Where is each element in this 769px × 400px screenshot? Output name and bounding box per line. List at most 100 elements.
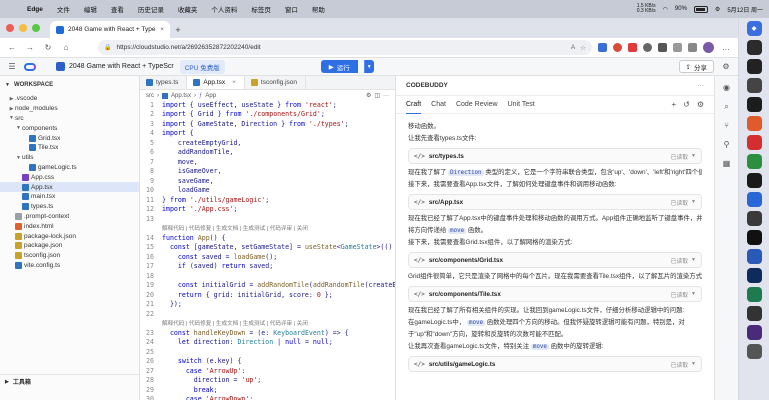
extension-blue-icon[interactable] bbox=[598, 43, 607, 52]
breadcrumb-file[interactable]: App.tsx bbox=[171, 93, 191, 99]
extension-red-icon[interactable] bbox=[613, 43, 622, 52]
app-icon-2[interactable] bbox=[746, 59, 762, 74]
editor-tab-types[interactable]: types.ts bbox=[140, 76, 188, 89]
address-bar[interactable]: 🔒 https://cloudstudio.net/a/269263528722… bbox=[98, 40, 592, 55]
tab-close-icon[interactable]: × bbox=[160, 26, 164, 33]
more-actions-icon[interactable]: ··· bbox=[383, 93, 389, 99]
more-menu-icon[interactable]: … bbox=[720, 43, 732, 52]
history-icon[interactable]: ↺ bbox=[683, 100, 690, 109]
project-selector[interactable]: 2048 Game with React + TypeScr bbox=[56, 62, 174, 71]
collections-icon[interactable] bbox=[688, 43, 697, 52]
split-screen-icon[interactable] bbox=[673, 43, 682, 52]
app-icon-16[interactable] bbox=[746, 325, 762, 340]
battery-icon[interactable] bbox=[693, 5, 708, 13]
plan-badge[interactable]: CPU 免费版 bbox=[179, 59, 225, 74]
source-control-icon[interactable]: ⑂ bbox=[721, 120, 732, 131]
minimize-window-icon[interactable] bbox=[19, 24, 27, 32]
tab-chat[interactable]: Chat bbox=[431, 96, 446, 114]
menu-help[interactable]: 帮助 bbox=[305, 4, 332, 14]
file-read-card[interactable]: </> src/components/Tile.tsx 已读取 ▼ bbox=[408, 286, 702, 302]
edge-copilot-icon[interactable]: ◆ bbox=[746, 21, 762, 36]
menu-window[interactable]: 窗口 bbox=[278, 4, 305, 14]
breadcrumb-symbol[interactable]: App bbox=[205, 93, 216, 99]
address-url[interactable]: https://cloudstudio.net/a/26926352872202… bbox=[116, 44, 565, 51]
editor-tab-tsconfig[interactable]: tsconfig.json bbox=[245, 76, 307, 89]
app-icon-10[interactable] bbox=[746, 211, 762, 226]
chevron-down-icon[interactable]: ▼ bbox=[691, 199, 696, 205]
file-read-card[interactable]: </> src/App.tsx 已读取 ▼ bbox=[408, 194, 702, 210]
settings-icon[interactable]: ⚙ bbox=[697, 100, 704, 109]
toolbox-header[interactable]: ▶ 工具箱 bbox=[0, 374, 140, 388]
file-tree-item[interactable]: App.tsx bbox=[0, 182, 139, 192]
chevron-down-icon[interactable]: ▼ bbox=[691, 291, 696, 297]
file-read-card[interactable]: </> src/utils/gameLogic.ts 已读取 ▼ bbox=[408, 356, 702, 372]
lock-icon[interactable]: 🔒 bbox=[104, 44, 111, 51]
app-icon-8[interactable] bbox=[746, 173, 762, 188]
wifi-icon[interactable]: ◠ bbox=[663, 6, 668, 13]
share-button[interactable]: ⇪ 分享 bbox=[678, 60, 714, 73]
app-icon-4[interactable] bbox=[746, 97, 762, 112]
codelens-actions[interactable]: 解释代码 | 代码修复 | 生成文档 | 生成测试 | 代码评审 | 关闭 bbox=[140, 224, 395, 234]
hamburger-menu-icon[interactable]: ☰ bbox=[6, 62, 18, 71]
app-icon-17[interactable] bbox=[746, 344, 762, 359]
app-icon-3[interactable] bbox=[746, 78, 762, 93]
app-icon-6[interactable] bbox=[746, 135, 762, 150]
extension-gray-icon[interactable] bbox=[643, 43, 652, 52]
app-icon-9[interactable] bbox=[746, 192, 762, 207]
codebuddy-icon[interactable]: ◉ bbox=[721, 82, 732, 93]
menu-file[interactable]: 文件 bbox=[50, 4, 77, 14]
search-icon[interactable]: ⌕ bbox=[721, 101, 732, 112]
profile-avatar[interactable] bbox=[703, 42, 714, 53]
run-button[interactable]: ▶ 运行 bbox=[320, 60, 358, 73]
reader-mode-icon[interactable]: A bbox=[571, 44, 575, 51]
file-tree-item[interactable]: Grid.tsx bbox=[0, 133, 139, 143]
workspace-header[interactable]: ▼ WORKSPACE bbox=[0, 76, 139, 94]
browser-tab-active[interactable]: 2048 Game with React + Type × bbox=[50, 21, 170, 38]
menu-view[interactable]: 查看 bbox=[104, 4, 131, 14]
gear-icon[interactable]: ⚙ bbox=[366, 92, 371, 99]
debug-icon[interactable]: ⚲ bbox=[721, 139, 732, 150]
file-tree-item[interactable]: .prompt-context bbox=[0, 212, 139, 222]
breadcrumb-src[interactable]: src bbox=[146, 93, 154, 99]
settings-gear-icon[interactable]: ⚙ bbox=[720, 62, 732, 71]
extension-shield-icon[interactable] bbox=[628, 43, 637, 52]
codelens-actions[interactable]: 解释代码 | 代码修复 | 生成文档 | 生成测试 | 代码评审 | 关闭 bbox=[140, 319, 395, 329]
new-chat-icon[interactable]: + bbox=[671, 100, 676, 109]
file-tree-item[interactable]: index.html bbox=[0, 221, 139, 231]
file-tree-item[interactable]: ▶ node_modules bbox=[0, 104, 139, 114]
new-tab-button[interactable]: + bbox=[170, 21, 186, 38]
tab-code-review[interactable]: Code Review bbox=[456, 96, 498, 114]
menu-app-name[interactable]: Edge bbox=[20, 6, 50, 13]
file-tree-item[interactable]: ▼ src bbox=[0, 114, 139, 124]
file-tree-item[interactable]: package-lock.json bbox=[0, 231, 139, 241]
control-center-icon[interactable]: ⚙ bbox=[715, 6, 720, 13]
app-icon-7[interactable] bbox=[746, 154, 762, 169]
app-icon-15[interactable] bbox=[746, 306, 762, 321]
file-tree-item[interactable]: main.tsx bbox=[0, 192, 139, 202]
app-icon-11[interactable] bbox=[746, 230, 762, 245]
file-tree-item[interactable]: ▼ components bbox=[0, 123, 139, 133]
close-window-icon[interactable] bbox=[6, 24, 14, 32]
menu-profile[interactable]: 个人资料 bbox=[204, 4, 244, 14]
split-editor-icon[interactable]: ◫ bbox=[374, 92, 380, 99]
chevron-down-icon[interactable]: ▼ bbox=[691, 153, 696, 159]
extensions-icon[interactable]: ▦ bbox=[721, 158, 732, 169]
tab-unit-test[interactable]: Unit Test bbox=[508, 96, 535, 114]
app-icon-5[interactable] bbox=[746, 116, 762, 131]
menubar-clock[interactable]: 5月12日 周一 bbox=[727, 5, 763, 14]
tab-craft[interactable]: Craft bbox=[406, 96, 422, 114]
zoom-window-icon[interactable] bbox=[32, 24, 40, 32]
file-tree-item[interactable]: types.ts bbox=[0, 202, 139, 212]
app-icon-12[interactable] bbox=[746, 249, 762, 264]
menu-tabs[interactable]: 标签页 bbox=[244, 4, 278, 14]
file-read-card[interactable]: </> src/types.ts 已读取 ▼ bbox=[408, 148, 702, 164]
favorite-star-icon[interactable]: ☆ bbox=[580, 44, 586, 52]
chevron-down-icon[interactable]: ▼ bbox=[691, 361, 696, 367]
app-icon-14[interactable] bbox=[746, 287, 762, 302]
home-icon[interactable]: ⌂ bbox=[60, 43, 72, 52]
file-tree-item[interactable]: App.css bbox=[0, 172, 139, 182]
tab-close-icon[interactable]: × bbox=[232, 79, 236, 86]
menu-favorites[interactable]: 收藏夹 bbox=[171, 4, 205, 14]
run-options-chevron-icon[interactable]: ▼ bbox=[363, 60, 374, 73]
refresh-icon[interactable]: ↻ bbox=[42, 43, 54, 52]
